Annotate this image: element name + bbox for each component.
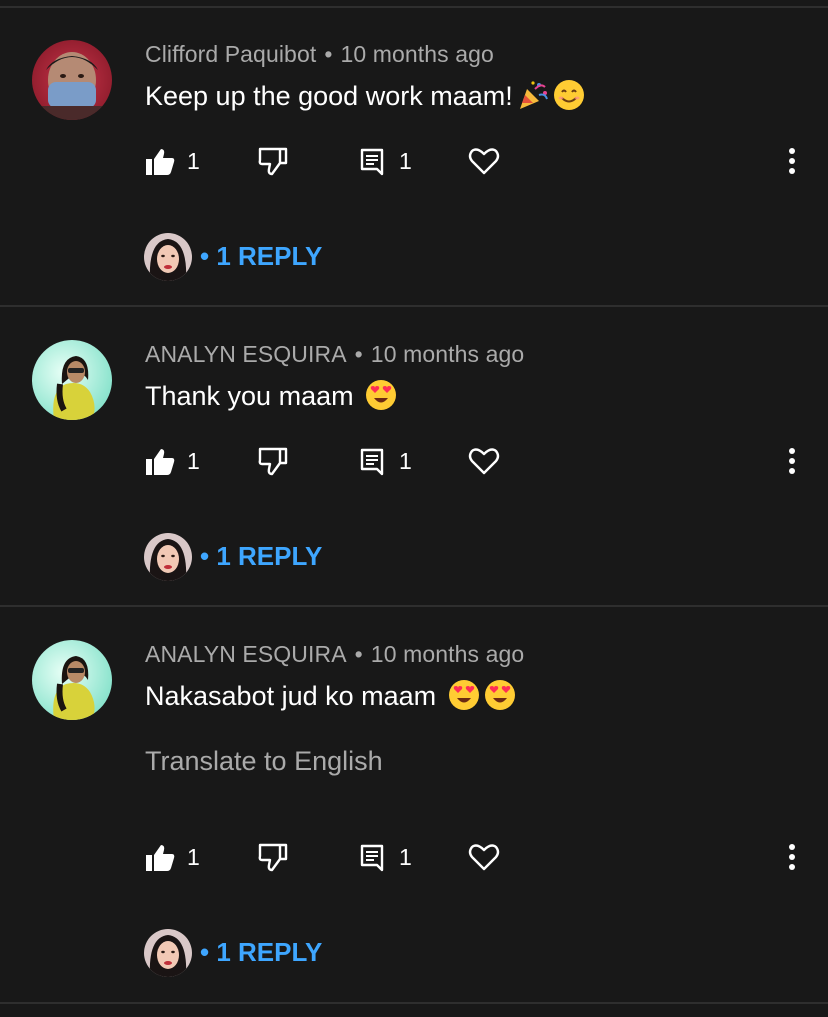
reply-label: 1 REPLY bbox=[216, 541, 323, 571]
heart-eyes-emoji-icon bbox=[365, 379, 397, 411]
comment-time: 10 months ago bbox=[340, 41, 494, 67]
like-count: 1 bbox=[187, 147, 200, 174]
avatar[interactable] bbox=[32, 40, 112, 120]
comment-actions: 1 1 bbox=[0, 837, 828, 877]
heart-icon bbox=[468, 844, 500, 871]
comment-divider bbox=[0, 305, 828, 307]
avatar-image bbox=[32, 640, 112, 720]
view-replies-row[interactable]: • 1 REPLY bbox=[0, 533, 828, 583]
comment-actions: 1 1 bbox=[0, 441, 828, 481]
bottom-divider bbox=[0, 1002, 828, 1004]
avatar[interactable] bbox=[32, 640, 112, 720]
reply-avatar bbox=[144, 533, 192, 581]
heart-icon bbox=[468, 148, 500, 175]
comment-icon bbox=[360, 148, 384, 176]
top-divider bbox=[0, 6, 828, 8]
reply-label: 1 REPLY bbox=[216, 241, 323, 271]
meta-separator: • bbox=[354, 641, 363, 667]
reply-separator: • bbox=[200, 937, 210, 967]
reply-count: 1 bbox=[399, 843, 412, 870]
comment-3: ANALYN ESQUIRA • 10 months ago Nakasabot j… bbox=[0, 640, 828, 1002]
reply-button[interactable]: 1 bbox=[356, 141, 412, 181]
more-options-button[interactable] bbox=[776, 837, 808, 877]
comment-time: 10 months ago bbox=[370, 341, 525, 367]
view-replies-row[interactable]: • 1 REPLY bbox=[0, 929, 828, 979]
reply-separator: • bbox=[200, 541, 210, 571]
comment-text-body: Thank you maam bbox=[145, 381, 354, 411]
like-count: 1 bbox=[187, 843, 200, 870]
comment-actions: 1 1 bbox=[0, 141, 828, 181]
dislike-button[interactable] bbox=[256, 141, 288, 181]
like-button[interactable]: 1 bbox=[144, 141, 200, 181]
heart-eyes-emoji-icon bbox=[484, 679, 516, 711]
view-replies-link[interactable]: • 1 REPLY bbox=[200, 241, 322, 272]
like-button[interactable]: 1 bbox=[144, 441, 200, 481]
reply-count: 1 bbox=[399, 147, 412, 174]
more-options-button[interactable] bbox=[776, 141, 808, 181]
heart-button[interactable] bbox=[468, 141, 500, 181]
thumbs-up-icon bbox=[146, 845, 175, 871]
view-replies-link[interactable]: • 1 REPLY bbox=[200, 541, 322, 572]
thumbs-down-icon bbox=[258, 147, 288, 176]
more-vert-icon bbox=[789, 148, 795, 174]
heart-button[interactable] bbox=[468, 441, 500, 481]
avatar-image bbox=[32, 340, 112, 420]
thumbs-down-icon bbox=[258, 843, 288, 872]
comment-text: Thank you maam bbox=[145, 379, 397, 412]
view-replies-row[interactable]: • 1 REPLY bbox=[0, 233, 828, 283]
comment-meta: ANALYN ESQUIRA • 10 months ago bbox=[145, 341, 524, 368]
reply-count: 1 bbox=[399, 447, 412, 474]
more-vert-icon bbox=[789, 448, 795, 474]
comment-meta: ANALYN ESQUIRA • 10 months ago bbox=[145, 641, 524, 668]
reply-avatar bbox=[144, 929, 192, 977]
comment-text: Keep up the good work maam! bbox=[145, 79, 585, 112]
thumbs-up-icon bbox=[146, 449, 175, 475]
comment-text-body: Keep up the good work maam! bbox=[145, 81, 513, 111]
comment-icon bbox=[360, 844, 384, 872]
reply-avatar bbox=[144, 233, 192, 281]
comment-2: ANALYN ESQUIRA • 10 months ago Thank you m… bbox=[0, 340, 828, 605]
comment-text-body: Nakasabot jud ko maam bbox=[145, 681, 437, 711]
view-replies-link[interactable]: • 1 REPLY bbox=[200, 937, 322, 968]
comment-icon bbox=[360, 448, 384, 476]
dislike-button[interactable] bbox=[256, 837, 288, 877]
reply-label: 1 REPLY bbox=[216, 937, 323, 967]
comment-1: Clifford Paquibot • 10 months ago Keep up … bbox=[0, 40, 828, 305]
heart-button[interactable] bbox=[468, 837, 500, 877]
party-popper-emoji-icon bbox=[517, 79, 549, 111]
meta-separator: • bbox=[324, 41, 333, 67]
comment-text: Nakasabot jud ko maam bbox=[145, 679, 516, 712]
heart-eyes-emoji-icon bbox=[448, 679, 480, 711]
reply-separator: • bbox=[200, 241, 210, 271]
like-count: 1 bbox=[187, 447, 200, 474]
comment-meta: Clifford Paquibot • 10 months ago bbox=[145, 41, 494, 68]
author-name[interactable]: ANALYN ESQUIRA bbox=[145, 341, 347, 367]
comment-divider bbox=[0, 605, 828, 607]
avatar[interactable] bbox=[32, 340, 112, 420]
author-name[interactable]: ANALYN ESQUIRA bbox=[145, 641, 347, 667]
more-options-button[interactable] bbox=[776, 441, 808, 481]
thumbs-down-icon bbox=[258, 447, 288, 476]
heart-icon bbox=[468, 448, 500, 475]
more-vert-icon bbox=[789, 844, 795, 870]
translate-link[interactable]: Translate to English bbox=[145, 746, 383, 777]
reply-button[interactable]: 1 bbox=[356, 837, 412, 877]
meta-separator: • bbox=[354, 341, 363, 367]
dislike-button[interactable] bbox=[256, 441, 288, 481]
author-name[interactable]: Clifford Paquibot bbox=[145, 41, 316, 67]
reply-button[interactable]: 1 bbox=[356, 441, 412, 481]
avatar-image bbox=[32, 40, 112, 120]
smiling-face-emoji-icon bbox=[553, 79, 585, 111]
comment-time: 10 months ago bbox=[370, 641, 525, 667]
like-button[interactable]: 1 bbox=[144, 837, 200, 877]
thumbs-up-icon bbox=[146, 149, 175, 175]
